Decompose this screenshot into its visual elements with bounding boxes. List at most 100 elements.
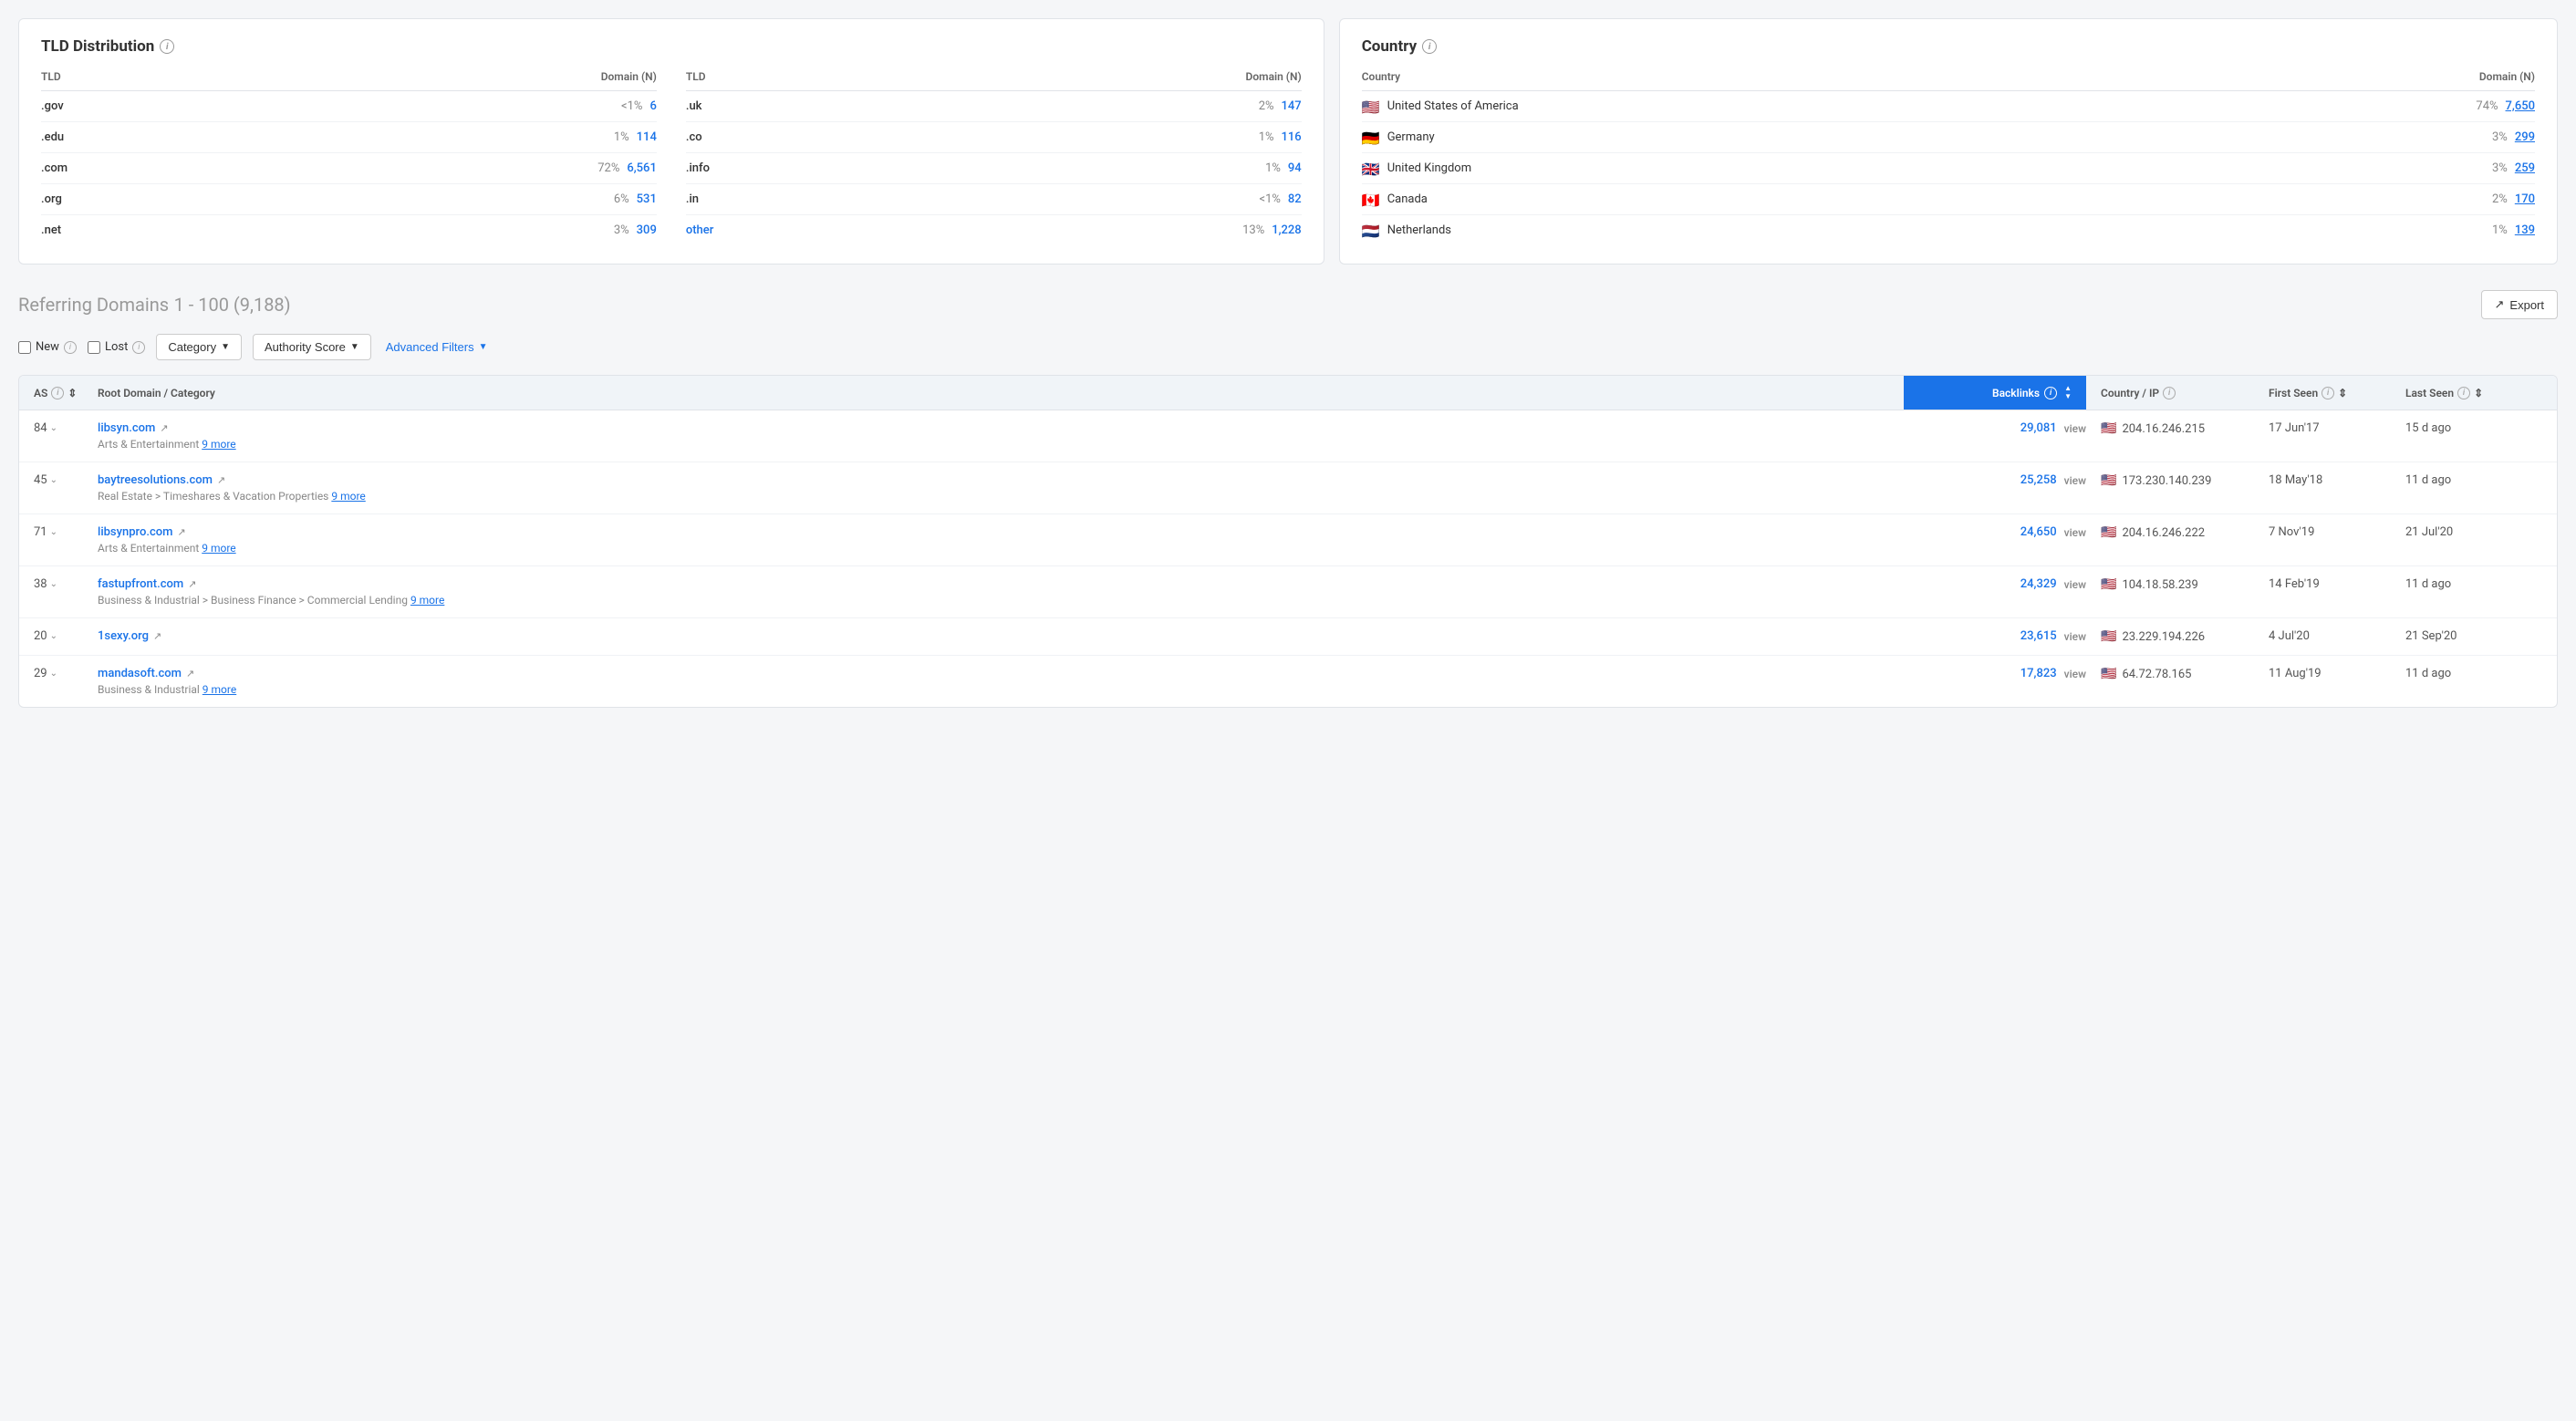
country-count-link[interactable]: 299: [2515, 130, 2535, 144]
table-row: 71 ⌄ libsynpro.com ↗ Arts & Entertainmen…: [19, 514, 2557, 566]
domain-link[interactable]: libsyn.com ↗: [98, 421, 1904, 435]
backlinks-count-link[interactable]: 24,650: [2020, 525, 2057, 539]
lost-filter-label[interactable]: Lost i: [88, 340, 145, 354]
tld-right-rows: .uk 2% 147 .co 1% 116 .info 1% 94 .in <1…: [686, 91, 1302, 245]
tld-count-link[interactable]: 82: [1288, 192, 1302, 206]
backlinks-count-link[interactable]: 25,258: [2020, 473, 2057, 487]
first-seen-sort-icon[interactable]: ⇕: [2338, 387, 2347, 399]
more-link[interactable]: 9 more: [203, 683, 236, 696]
more-link[interactable]: 9 more: [202, 542, 235, 555]
tld-other-link[interactable]: other: [686, 223, 714, 237]
tld-row: .gov <1% 6: [41, 91, 657, 122]
lost-checkbox[interactable]: [88, 341, 100, 354]
row-as: 84 ⌄: [34, 421, 98, 435]
table-row: 20 ⌄ 1sexy.org ↗ 23,615 view 🇺🇸 23.229.1…: [19, 618, 2557, 656]
view-link[interactable]: view: [2064, 422, 2086, 435]
view-link[interactable]: view: [2064, 630, 2086, 643]
as-expand-icon[interactable]: ⌄: [50, 669, 57, 679]
as-expand-icon[interactable]: ⌄: [50, 579, 57, 589]
view-link[interactable]: view: [2064, 474, 2086, 487]
tld-percent: 2%: [1259, 99, 1274, 113]
view-link[interactable]: view: [2064, 578, 2086, 591]
new-info-icon[interactable]: i: [64, 341, 77, 354]
domain-link[interactable]: fastupfront.com ↗: [98, 577, 1904, 591]
tld-row: .edu 1% 114: [41, 122, 657, 153]
tld-count-link[interactable]: 531: [637, 192, 657, 206]
advanced-filters-chevron-icon: ▼: [479, 342, 488, 352]
row-domain-cell: 1sexy.org ↗: [98, 629, 1904, 643]
backlinks-count-link[interactable]: 17,823: [2020, 667, 2057, 680]
row-last-seen: 15 d ago: [2405, 421, 2542, 435]
lost-info-icon[interactable]: i: [132, 341, 145, 354]
tld-count-link[interactable]: 147: [1282, 99, 1302, 113]
export-button[interactable]: ↗ Export: [2481, 290, 2558, 319]
tld-percent: <1%: [1259, 192, 1280, 206]
new-checkbox[interactable]: [18, 341, 31, 354]
tld-name: .net: [41, 223, 61, 237]
tld-info-icon[interactable]: i: [160, 39, 174, 54]
as-header-text: AS: [34, 387, 47, 399]
row-as: 45 ⌄: [34, 473, 98, 487]
domain-link[interactable]: libsynpro.com ↗: [98, 525, 1904, 539]
row-first-seen: 14 Feb'19: [2269, 577, 2405, 591]
domain-category: Arts & Entertainment 9 more: [98, 438, 1904, 451]
new-filter-label[interactable]: New i: [18, 340, 77, 354]
row-country-cell: 🇺🇸 104.18.58.239: [2086, 577, 2269, 592]
tld-count-link[interactable]: 94: [1288, 161, 1302, 175]
more-link[interactable]: 9 more: [202, 438, 235, 451]
tld-count-link[interactable]: 309: [637, 223, 657, 237]
category-filter-button[interactable]: Category ▼: [156, 334, 242, 360]
tld-count-link[interactable]: 116: [1282, 130, 1302, 144]
more-link[interactable]: 9 more: [410, 594, 444, 607]
row-ip: 104.18.58.239: [2122, 578, 2197, 592]
last-seen-info-icon[interactable]: i: [2457, 387, 2470, 399]
authority-score-filter-button[interactable]: Authority Score ▼: [253, 334, 371, 360]
country-count-link[interactable]: 7,650: [2506, 99, 2535, 113]
country-flag-us: 🇺🇸: [1362, 100, 1380, 113]
backlinks-count-link[interactable]: 29,081: [2020, 421, 2057, 435]
first-seen-header-text: First Seen: [2269, 387, 2318, 399]
country-percent: 2%: [2492, 192, 2508, 206]
domain-link[interactable]: 1sexy.org ↗: [98, 629, 1904, 643]
first-seen-info-icon[interactable]: i: [2322, 387, 2334, 399]
advanced-filters-button[interactable]: Advanced Filters ▼: [382, 335, 492, 359]
tld-right-header-domain: Domain (N): [1246, 70, 1302, 83]
as-expand-icon[interactable]: ⌄: [50, 423, 57, 433]
backlinks-count-link[interactable]: 24,329: [2020, 577, 2057, 591]
row-last-seen: 21 Jul'20: [2405, 525, 2542, 539]
as-sort-icon[interactable]: ⇕: [68, 387, 77, 399]
tld-count-link[interactable]: 6,561: [627, 161, 656, 175]
col-header-backlinks[interactable]: Backlinks i ▲ ▼: [1904, 376, 2086, 410]
backlinks-info-icon[interactable]: i: [2044, 387, 2057, 399]
as-expand-icon[interactable]: ⌄: [50, 631, 57, 641]
country-count-link[interactable]: 139: [2515, 223, 2535, 237]
tld-count-link[interactable]: 114: [637, 130, 657, 144]
country-count-link[interactable]: 259: [2515, 161, 2535, 175]
as-header-info-icon[interactable]: i: [51, 387, 64, 399]
view-link[interactable]: view: [2064, 668, 2086, 680]
tld-count-link[interactable]: 6: [649, 99, 656, 113]
country-header-info-icon[interactable]: i: [2163, 387, 2176, 399]
tld-count-link[interactable]: 1,228: [1272, 223, 1301, 237]
last-seen-sort-icon[interactable]: ⇕: [2474, 387, 2483, 399]
domain-link[interactable]: mandasoft.com ↗: [98, 667, 1904, 680]
tld-stats: 13% 1,228: [1242, 223, 1302, 237]
as-expand-icon[interactable]: ⌄: [50, 527, 57, 537]
as-value: 45: [34, 473, 47, 487]
table-row: 29 ⌄ mandasoft.com ↗ Business & Industri…: [19, 656, 2557, 707]
backlinks-count-link[interactable]: 23,615: [2020, 629, 2057, 643]
tld-left-header: TLD Domain (N): [41, 70, 657, 91]
as-expand-icon[interactable]: ⌄: [50, 475, 57, 485]
table-header-row: AS i ⇕ Root Domain / Category Backlinks …: [19, 376, 2557, 410]
domain-link[interactable]: baytreesolutions.com ↗: [98, 473, 1904, 487]
country-flag-gb: 🇬🇧: [1362, 162, 1380, 175]
country-info-icon[interactable]: i: [1422, 39, 1437, 54]
tld-right-col: TLD Domain (N) .uk 2% 147 .co 1% 116 .in…: [686, 70, 1302, 245]
country-count-link[interactable]: 170: [2515, 192, 2535, 206]
country-name: Canada: [1387, 192, 2492, 206]
view-link[interactable]: view: [2064, 526, 2086, 539]
tld-row: .org 6% 531: [41, 184, 657, 215]
more-link[interactable]: 9 more: [331, 490, 365, 503]
backlinks-sort-icon[interactable]: ▲ ▼: [2064, 385, 2072, 400]
referring-title-text: Referring Domains: [18, 294, 169, 316]
